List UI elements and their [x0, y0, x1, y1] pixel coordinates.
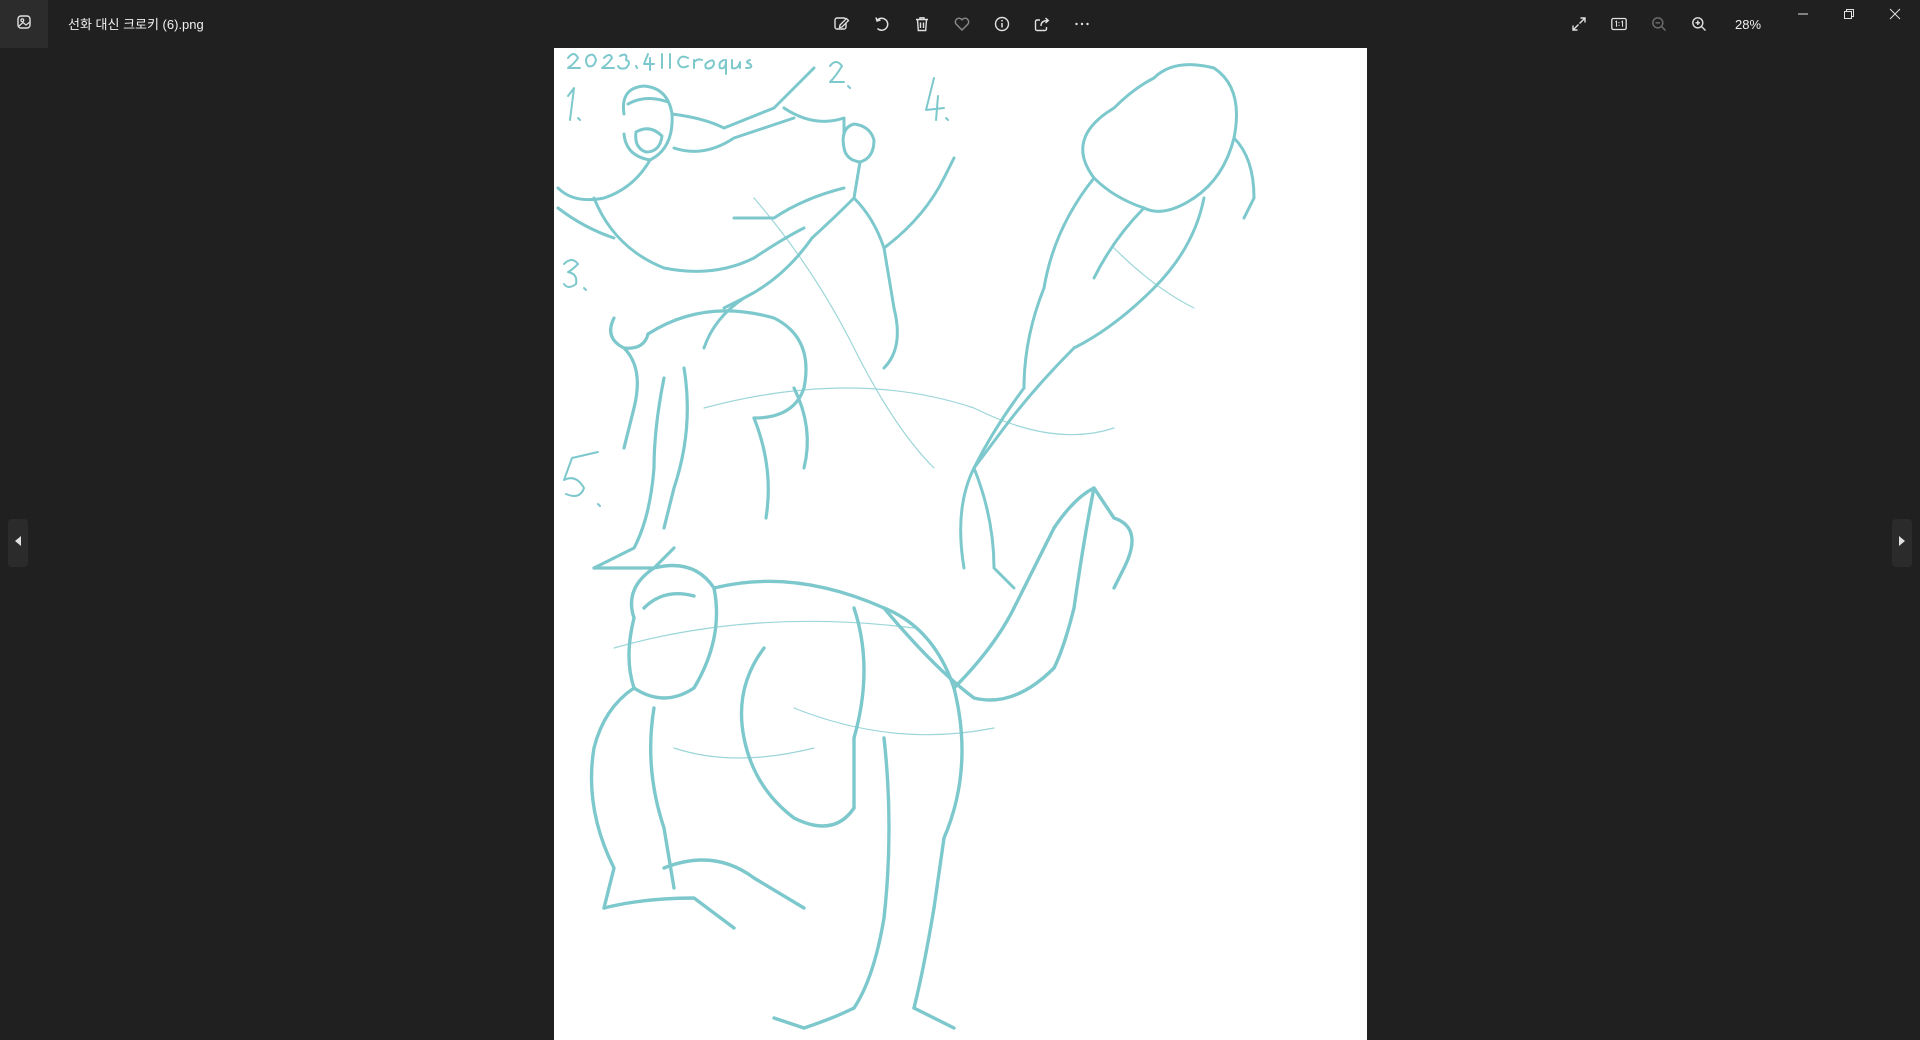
restore-icon [1843, 7, 1855, 25]
file-name-title: 선화 대신 크로키 (6).png [68, 17, 204, 32]
next-arrow-icon [1897, 534, 1907, 552]
zoom-in-icon [1690, 15, 1708, 33]
close-button[interactable] [1872, 0, 1918, 32]
info-icon [993, 15, 1011, 33]
info-button[interactable] [986, 8, 1018, 40]
previous-arrow-icon [13, 534, 23, 552]
app-icon-button[interactable] [0, 0, 48, 48]
minimize-icon [1797, 7, 1809, 25]
displayed-image[interactable] [554, 48, 1367, 1040]
title-bar: 선화 대신 크로키 (6).png 28% [0, 0, 1920, 48]
next-image-button[interactable] [1892, 519, 1912, 567]
restore-button[interactable] [1826, 0, 1872, 32]
edit-image-button[interactable] [826, 8, 858, 40]
photos-app-icon [16, 14, 32, 35]
favorite-icon [953, 15, 971, 33]
rotate-icon [873, 15, 891, 33]
minimize-button[interactable] [1780, 0, 1826, 32]
zoom-level[interactable]: 28% [1725, 17, 1771, 32]
zoom-toolbar: 28% [1563, 8, 1771, 40]
edit-image-icon [833, 15, 851, 33]
actual-size-icon [1610, 15, 1628, 33]
fullscreen-button[interactable] [1563, 8, 1595, 40]
actual-size-button[interactable] [1603, 8, 1635, 40]
fullscreen-icon [1570, 15, 1588, 33]
more-options-icon [1073, 15, 1091, 33]
delete-icon [913, 15, 931, 33]
close-icon [1889, 7, 1901, 25]
zoom-out-icon [1650, 15, 1668, 33]
previous-image-button[interactable] [8, 519, 28, 567]
share-button[interactable] [1026, 8, 1058, 40]
favorite-button[interactable] [946, 8, 978, 40]
window-controls [1780, 0, 1918, 32]
croquis-sketch [554, 48, 1367, 1040]
rotate-button[interactable] [866, 8, 898, 40]
zoom-out-button[interactable] [1643, 8, 1675, 40]
share-icon [1033, 15, 1051, 33]
image-toolbar [826, 8, 1098, 40]
zoom-in-button[interactable] [1683, 8, 1715, 40]
delete-button[interactable] [906, 8, 938, 40]
more-options-button[interactable] [1066, 8, 1098, 40]
